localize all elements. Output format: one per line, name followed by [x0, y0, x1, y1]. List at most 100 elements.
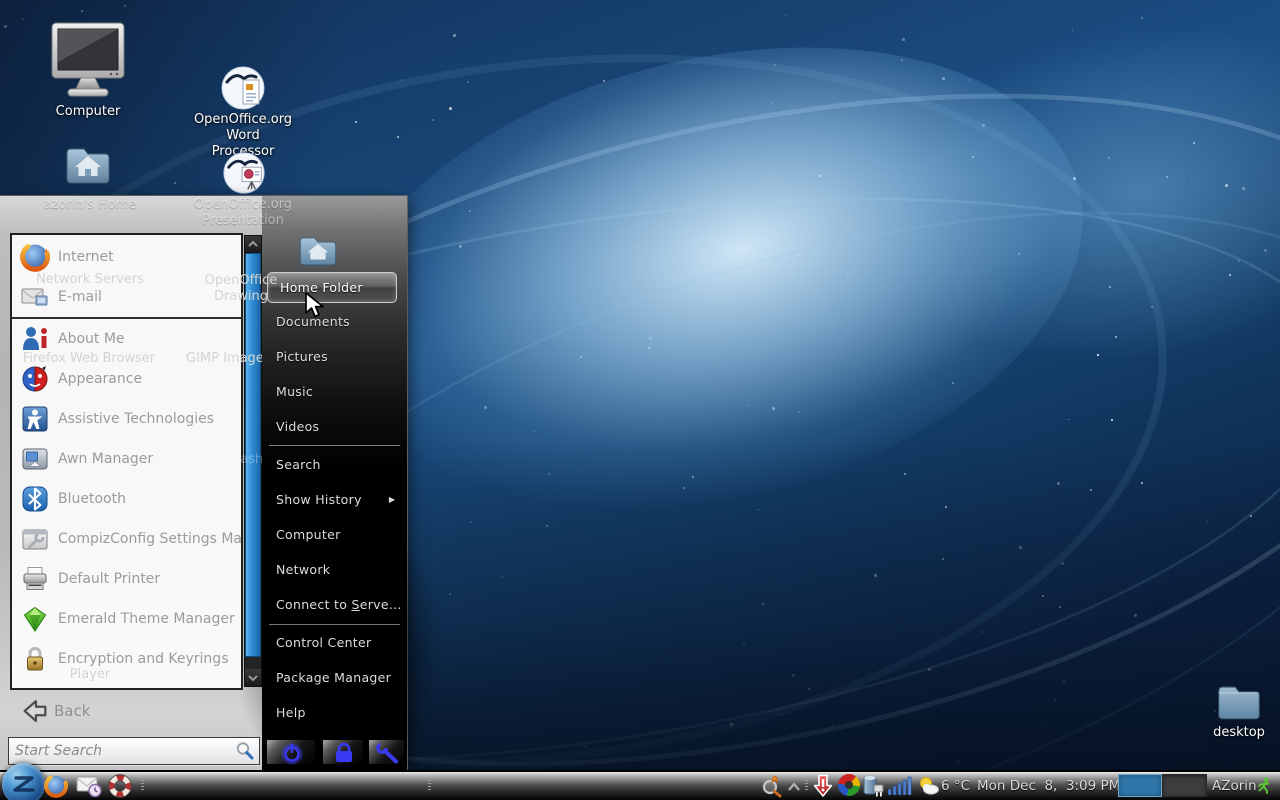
computer-monitor-icon	[43, 20, 133, 104]
desktop-icon-label: Computer	[32, 104, 144, 120]
menu-item-package-manager[interactable]: Package Manager	[262, 665, 407, 691]
wallpaper-sparkle	[432, 119, 434, 121]
wallpaper-sparkle	[968, 79, 970, 81]
username-label[interactable]: AZorin	[1212, 772, 1257, 800]
window-list-handle[interactable]	[428, 780, 431, 790]
menu-item-videos[interactable]: Videos	[262, 414, 407, 440]
tray-handle[interactable]	[805, 780, 808, 790]
menu-item-network[interactable]: Network	[262, 557, 407, 583]
wallpaper-sparkle	[467, 81, 469, 83]
wallpaper-sparkle	[1229, 274, 1231, 276]
wallpaper-sparkle	[449, 107, 452, 110]
user-switcher-icon[interactable]	[1256, 777, 1272, 798]
search-input[interactable]	[15, 738, 225, 764]
menu-item-show-history[interactable]: Show History ▶	[262, 487, 407, 513]
menu-item-assistive-technologies[interactable]: Assistive Technologies	[12, 399, 241, 439]
wallpaper-sparkle	[4, 25, 7, 28]
menu-item-music[interactable]: Music	[262, 379, 407, 405]
weather-applet-icon[interactable]	[918, 775, 940, 800]
shutdown-button[interactable]	[266, 739, 316, 765]
menu-item-label: Bluetooth	[58, 479, 126, 519]
menu-item-help[interactable]: Help	[262, 700, 407, 726]
printer-icon	[20, 564, 50, 594]
menu-item-internet[interactable]: Internet	[12, 237, 241, 277]
wallpaper-sparkle	[648, 347, 650, 349]
menu-item-label: E-mail	[58, 277, 102, 317]
menu-item-label: Videos	[276, 414, 319, 440]
menu-item-default-printer[interactable]: Default Printer	[12, 559, 241, 599]
wallpaper-sparkle	[905, 306, 906, 307]
menu-item-bluetooth[interactable]: Bluetooth	[12, 479, 241, 519]
padlock-icon	[20, 644, 50, 674]
menu-item-about-me[interactable]: About Me	[12, 319, 241, 359]
menu-item-home-folder[interactable]: Home Folder	[267, 272, 397, 303]
wallpaper-sparkle	[1061, 562, 1064, 565]
wallpaper-sparkle	[657, 657, 658, 658]
menu-item-compizconfig[interactable]: CompizConfig Settings Manager	[12, 519, 241, 559]
desktop-icon-oowriter[interactable]: OpenOffice.org Word Processor	[178, 64, 308, 160]
workspace-1[interactable]	[1118, 774, 1162, 797]
wallpaper-sparkle	[603, 80, 605, 82]
wallpaper-sparkle	[1073, 177, 1076, 180]
wallpaper-sparkle	[22, 18, 24, 20]
menu-search-box	[8, 737, 260, 765]
scrollbar-up-button[interactable]	[245, 236, 261, 253]
tray-swirl-app-icon[interactable]	[838, 774, 860, 796]
menu-item-label: Home Folder	[280, 273, 363, 302]
settings-wrench-button[interactable]	[368, 739, 405, 765]
menu-item-label: Search	[276, 452, 321, 478]
menu-item-pictures[interactable]: Pictures	[262, 344, 407, 370]
wallpaper-sparkle	[785, 14, 787, 16]
desktop-icon-ooimpress[interactable]	[221, 150, 267, 200]
menu-scrollbar[interactable]	[244, 235, 262, 687]
clock[interactable]: Mon Dec 8, 3:09 PM	[977, 772, 1120, 800]
wallpaper-sparkle	[792, 674, 795, 677]
menu-item-label: Music	[276, 379, 313, 405]
taskbar-drag-handle[interactable]	[141, 780, 144, 790]
search-icon[interactable]	[235, 741, 255, 761]
menu-item-control-center[interactable]: Control Center	[262, 630, 407, 656]
taskbar-help-launcher[interactable]	[108, 774, 132, 800]
menu-item-label: Documents	[276, 309, 350, 335]
weather-temperature[interactable]: 6 °C	[941, 772, 970, 800]
wallpaper-sparkle	[1111, 419, 1113, 421]
wallpaper-sparkle	[798, 411, 800, 413]
menu-item-label: CompizConfig Settings Manager	[58, 519, 243, 559]
scrollbar-thumb[interactable]	[245, 253, 261, 657]
taskbar-email-launcher[interactable]	[76, 773, 102, 800]
menu-item-connect-to-server[interactable]: Connect to Serve...	[262, 592, 407, 618]
menu-item-awn-manager[interactable]: Awn Manager	[12, 439, 241, 479]
wallpaper-sparkle	[1264, 249, 1267, 252]
taskbar-firefox-launcher[interactable]	[44, 774, 68, 800]
scrollbar-down-button[interactable]	[245, 669, 261, 686]
desktop-icon-home[interactable]	[62, 141, 114, 193]
workspace-2[interactable]	[1162, 774, 1207, 797]
lock-screen-button[interactable]	[322, 739, 364, 765]
menu-item-label: Help	[276, 700, 306, 726]
menu-item-emerald[interactable]: Emerald Theme Manager	[12, 599, 241, 639]
menu-item-search[interactable]: Search	[262, 452, 407, 478]
wallpaper-sparkle	[1108, 157, 1110, 159]
tray-network-signal-icon[interactable]	[888, 776, 912, 799]
wallpaper-sparkle	[1072, 30, 1073, 31]
tray-power-manager-icon[interactable]	[861, 773, 887, 800]
wallpaper-sparkle	[546, 525, 548, 527]
lifebuoy-icon	[108, 774, 132, 798]
wallpaper-sparkle	[942, 558, 944, 560]
desktop-icon-computer[interactable]: Computer	[32, 20, 144, 120]
start-menu-button[interactable]	[2, 763, 45, 800]
wallpaper-sparkle	[501, 576, 503, 578]
menu-item-encryption-keyrings[interactable]: Encryption and Keyrings	[12, 639, 241, 679]
tray-search-tool-icon[interactable]	[760, 774, 784, 800]
wallpaper-sparkle	[355, 121, 357, 123]
wallpaper-sparkle	[832, 724, 834, 726]
tray-update-notifier-icon[interactable]	[811, 773, 835, 800]
menu-back-button[interactable]: Back	[0, 690, 262, 732]
wallpaper-sparkle	[659, 632, 660, 633]
menu-item-appearance[interactable]: Appearance	[12, 359, 241, 399]
menu-item-documents[interactable]: Documents	[262, 309, 407, 335]
menu-item-computer[interactable]: Computer	[262, 522, 407, 548]
desktop-icon-desktop-folder[interactable]: desktop	[1188, 679, 1280, 741]
menu-item-email[interactable]: E-mail	[12, 277, 241, 317]
tray-collapse-chevron[interactable]	[787, 778, 801, 797]
